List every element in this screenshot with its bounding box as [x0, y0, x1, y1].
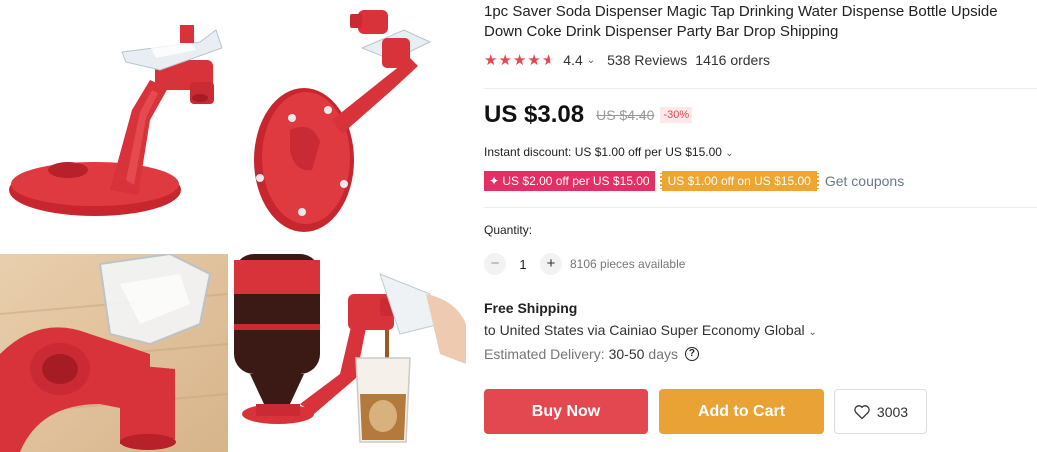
add-to-cart-button[interactable]: Add to Cart [659, 389, 824, 434]
product-title: 1pc Saver Soda Dispenser Magic Tap Drink… [484, 3, 998, 40]
plus-icon[interactable]: + [540, 253, 562, 275]
dispenser-closeup-image [0, 254, 228, 452]
star-icon: ★ [484, 51, 498, 69]
original-price: US $4.40 [596, 107, 655, 123]
rating-value[interactable]: 4.4 [563, 52, 582, 68]
stock-available: 8106 pieces available [570, 257, 686, 271]
estimated-delivery: Estimated Delivery: 30-50 days ? [484, 346, 699, 362]
buy-now-button[interactable]: Buy Now [484, 389, 648, 434]
instant-discount-text: Instant discount: US $1.00 off per US $1… [484, 145, 722, 159]
shipping-title: Free Shipping [484, 300, 578, 316]
dispenser-in-use-image [230, 254, 466, 452]
delivery-unit: days [648, 346, 678, 362]
product-image-2[interactable] [232, 0, 466, 240]
shipping-destination[interactable]: to United States via Cainiao Super Econo… [484, 322, 817, 338]
wishlist-count: 3003 [876, 403, 909, 420]
orders-count: 1416 orders [695, 52, 770, 68]
product-image-4[interactable] [230, 254, 466, 452]
instant-discount[interactable]: Instant discount: US $1.00 off per US $1… [484, 145, 734, 159]
star-rating: ★ ★ ★ ★ ★ [484, 53, 555, 68]
store-coupon[interactable]: ✦ US $2.00 off per US $15.00 [484, 171, 655, 191]
star-icon: ★ [527, 51, 541, 69]
product-info: 1pc Saver Soda Dispenser Magic Tap Drink… [484, 0, 1037, 452]
dispenser-side-image [0, 0, 232, 240]
heart-icon [854, 404, 870, 419]
discount-badge: -30% [660, 107, 693, 123]
current-price: US $3.08 [484, 101, 585, 128]
reviews-link[interactable]: 538 Reviews [607, 52, 687, 68]
quantity-label: Quantity: [484, 223, 533, 237]
delivery-label: Estimated Delivery: [484, 346, 605, 362]
chevron-down-icon: ⌄ [725, 148, 734, 159]
dispenser-back-image [232, 0, 466, 240]
delivery-days: 30-50 [608, 346, 645, 362]
wishlist-button[interactable]: 3003 [834, 389, 927, 434]
chevron-down-icon: ⌄ [808, 327, 817, 338]
question-icon[interactable]: ? [684, 347, 699, 361]
product-gallery [0, 0, 466, 452]
star-icon: ★ [512, 51, 527, 69]
price-row: US $3.08 US $4.40 -30% [484, 101, 693, 129]
divider [484, 207, 1037, 208]
chevron-down-icon[interactable]: ⌄ [587, 55, 595, 66]
minus-icon[interactable]: − [484, 253, 506, 275]
platform-coupon[interactable]: US $1.00 off on US $15.00 [659, 171, 819, 191]
rating-row: ★ ★ ★ ★ ★ 4.4 ⌄ 538 Reviews 1416 orders [484, 50, 770, 70]
product-image-3[interactable] [0, 254, 228, 452]
quantity-stepper: − 1 + 8106 pieces available [484, 252, 685, 276]
star-icon: ★ [498, 51, 512, 69]
product-image-1[interactable] [0, 0, 232, 240]
shipping-destination-text: to United States via Cainiao Super Econo… [484, 322, 805, 338]
divider [484, 88, 1037, 89]
quantity-input[interactable]: 1 [506, 257, 540, 272]
coupons-row: ✦ US $2.00 off per US $15.00 US $1.00 of… [484, 171, 904, 191]
get-coupons-link[interactable]: Get coupons [825, 173, 904, 189]
star-half-icon: ★ [541, 51, 556, 69]
